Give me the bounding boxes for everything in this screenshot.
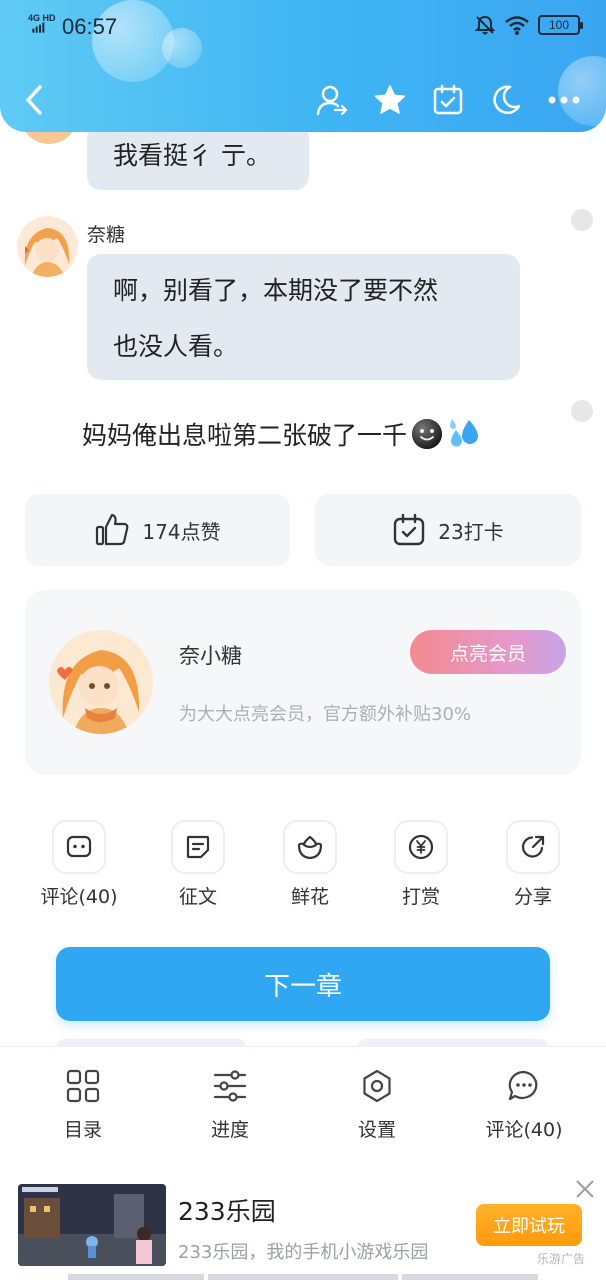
author-card-subtitle: 为大大点亮会员，官方额外补贴30% <box>179 704 472 725</box>
sender-name: 奈糖 <box>87 224 126 246</box>
interaction-tools: 评论(40) 征文 鲜花 打赏 分享 <box>0 820 606 920</box>
bell-off-icon <box>474 15 496 35</box>
signal-icon <box>32 22 45 33</box>
close-icon[interactable] <box>574 1178 596 1200</box>
message-text-line: 啊，别看了，本期没了要不然 <box>113 276 439 305</box>
author-card: 奈小糖 点亮会员 为大大点亮会员，官方额外补贴30% <box>25 590 581 775</box>
message-bubble: 啊，别看了，本期没了要不然 也没人看。 <box>87 254 520 380</box>
paragraph-text: 妈妈俺出息啦第二张破了一千 <box>82 416 481 452</box>
top-header: 4G HD 06:57 100 <box>0 0 606 132</box>
sliders-icon <box>213 1070 247 1102</box>
reader-bottom-bar: 目录 进度 设置 评论(40) <box>0 1039 606 1166</box>
yuan-coin-icon <box>408 834 434 860</box>
more-icon <box>548 96 580 104</box>
reader-toolbar <box>0 78 606 124</box>
checkin-count: 23打卡 <box>438 519 504 544</box>
nav-label: 进度 <box>210 1119 249 1141</box>
comments-nav-button[interactable]: 评论(40) <box>469 1069 579 1142</box>
author-switch-button[interactable] <box>312 78 352 122</box>
message-text-line: 也没人看。 <box>113 332 239 361</box>
more-button[interactable] <box>544 78 584 122</box>
flower-tool-button[interactable]: 鲜花 <box>255 820 365 909</box>
battery-indicator: 100 <box>538 15 583 35</box>
paragraph-content: 妈妈俺出息啦第二张破了一千 <box>82 421 408 450</box>
author-avatar-image <box>49 630 153 734</box>
ad-game-screenshot <box>18 1184 166 1266</box>
like-button[interactable]: 174点赞 <box>25 494 290 566</box>
essay-tool-button[interactable]: 征文 <box>143 820 253 909</box>
gear-icon <box>363 1069 391 1103</box>
smiley-face-icon <box>412 419 443 449</box>
avatar[interactable] <box>17 216 78 277</box>
moon-icon <box>493 85 521 115</box>
settings-nav-button[interactable]: 设置 <box>322 1069 432 1142</box>
nav-label: 设置 <box>357 1119 396 1141</box>
hidden-card-edge <box>56 1039 246 1047</box>
vip-button[interactable]: 点亮会员 <box>410 630 566 674</box>
next-chapter-button[interactable]: 下一章 <box>56 947 550 1021</box>
tool-icon-frame <box>171 820 225 874</box>
ad-title: 233乐园 <box>178 1197 276 1226</box>
tool-label: 征文 <box>178 886 217 908</box>
status-icons: 100 <box>474 14 583 36</box>
calendar-check-icon <box>433 84 463 115</box>
share-tool-button[interactable]: 分享 <box>478 820 588 909</box>
calendar-check-icon <box>394 513 425 546</box>
essay-icon <box>186 835 210 859</box>
tool-label: 评论(40) <box>40 886 118 908</box>
tool-icon-frame <box>283 820 337 874</box>
wifi-icon <box>505 16 529 35</box>
thumbs-up-icon <box>96 513 129 546</box>
catalog-nav-button[interactable]: 目录 <box>28 1069 138 1142</box>
tip-tool-button[interactable]: 打赏 <box>366 820 476 909</box>
comment-tool-button[interactable]: 评论(40) <box>24 820 134 909</box>
paragraph-comment-dot[interactable] <box>571 400 593 422</box>
ad-thumbnail[interactable] <box>18 1184 166 1266</box>
tool-icon-frame <box>52 820 106 874</box>
status-time: 06:57 <box>62 14 118 39</box>
tool-icon-frame <box>394 820 448 874</box>
flower-icon <box>297 835 323 860</box>
author-switch-icon <box>316 85 348 116</box>
comment-icon <box>66 835 92 858</box>
ad-strip <box>402 1274 538 1280</box>
ad-cta-button[interactable]: 立即试玩 <box>476 1204 582 1246</box>
like-count: 174点赞 <box>142 519 221 544</box>
share-icon <box>521 835 545 858</box>
tool-label: 鲜花 <box>290 886 329 908</box>
author-name: 奈小糖 <box>179 644 242 668</box>
ad-strip <box>68 1274 204 1280</box>
tool-label: 打赏 <box>401 886 440 908</box>
paragraph-comment-dot[interactable] <box>571 209 593 231</box>
status-bar: 4G HD 06:57 100 <box>0 0 606 56</box>
message-text: 我看挺彳 亍。 <box>113 141 271 170</box>
star-icon <box>374 85 406 114</box>
ad-subtitle: 233乐园，我的手机小游戏乐园 <box>178 1242 429 1263</box>
favorite-button[interactable] <box>370 78 410 122</box>
tool-label: 分享 <box>513 886 552 908</box>
hidden-card-edge <box>358 1039 548 1047</box>
back-button[interactable] <box>14 78 54 122</box>
nav-label: 评论(40) <box>485 1119 563 1141</box>
battery-level: 100 <box>548 18 570 32</box>
back-icon <box>26 85 42 115</box>
sweat-droplets-icon <box>450 419 479 447</box>
ad-banner[interactable]: 233乐园 233乐园，我的手机小游戏乐园 立即试玩 乐游广告 <box>0 1166 606 1280</box>
checkin-card-button[interactable]: 23打卡 <box>315 494 581 566</box>
ad-strip <box>208 1274 398 1280</box>
avatar-image <box>17 216 78 277</box>
tool-icon-frame <box>506 820 560 874</box>
grid-icon <box>66 1069 100 1103</box>
nav-label: 目录 <box>63 1119 102 1141</box>
night-mode-button[interactable] <box>486 78 526 122</box>
progress-nav-button[interactable]: 进度 <box>175 1069 285 1142</box>
checkin-button[interactable] <box>428 78 468 122</box>
comment-bubble-icon <box>508 1070 538 1101</box>
author-avatar[interactable] <box>49 630 153 734</box>
ad-source-tag: 乐游广告 <box>537 1252 586 1266</box>
message-bubble: 我看挺彳 亍。 <box>87 124 309 190</box>
